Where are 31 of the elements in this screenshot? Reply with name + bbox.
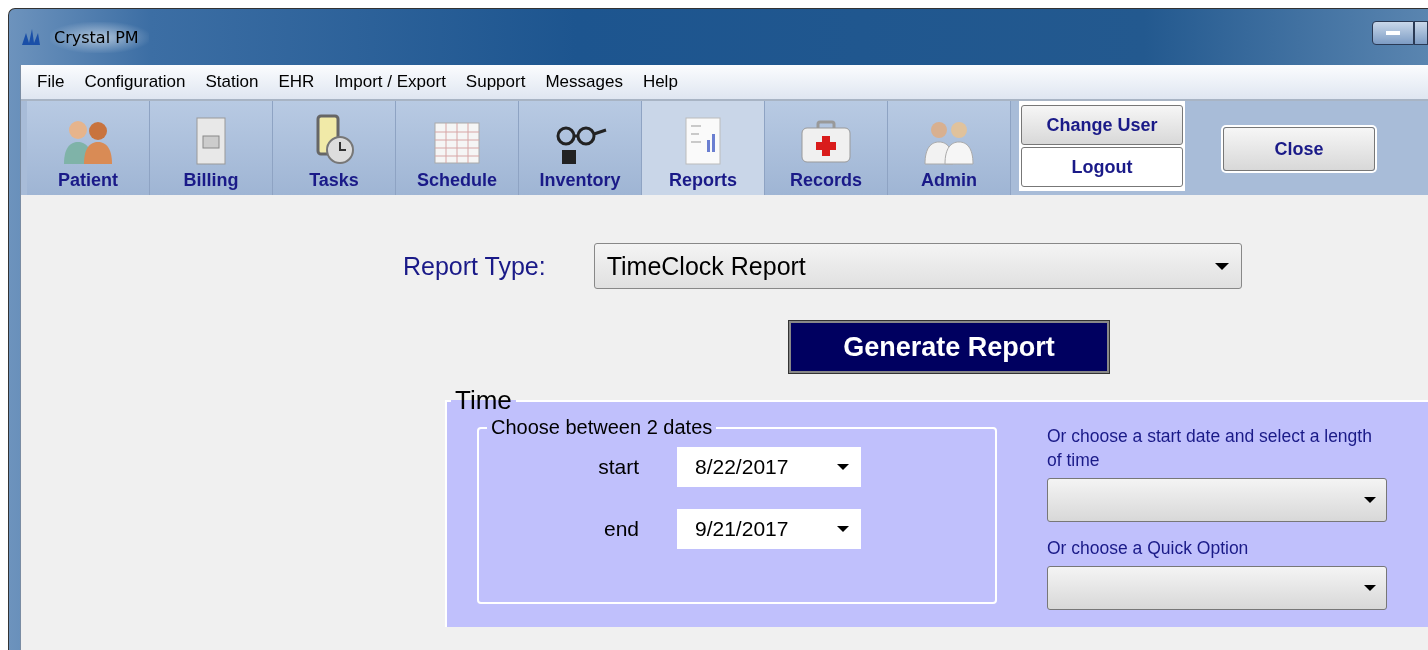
menu-item[interactable]: Import / Export <box>324 72 456 92</box>
report-type-label: Report Type: <box>403 251 546 281</box>
date-label: end <box>602 517 640 541</box>
toolbar-button[interactable]: Records <box>765 101 888 195</box>
date-picker[interactable]: 8/22/2017 <box>677 447 861 487</box>
menu-item[interactable]: File <box>27 72 75 92</box>
report-type-dropdown[interactable]: TimeClock Report <box>593 243 1242 289</box>
user-button[interactable]: Change User <box>1021 105 1183 145</box>
close-button[interactable]: Close <box>1223 127 1375 171</box>
toolbar-button[interactable]: Tasks <box>273 101 396 195</box>
time-title: Time <box>454 385 513 416</box>
user-button[interactable]: Logout <box>1021 147 1183 187</box>
menu-item[interactable]: Configuration <box>74 72 196 92</box>
window-title: Crystal PM <box>50 21 149 53</box>
menu-item[interactable]: Support <box>455 72 536 92</box>
menu-item[interactable]: Help <box>632 72 688 92</box>
toolbar-button[interactable]: Schedule <box>396 101 519 195</box>
menu-item[interactable]: EHR <box>268 72 325 92</box>
menu-item[interactable]: Messages <box>535 72 633 92</box>
date-label: start <box>597 455 640 479</box>
group-title: Choose between 2 dates <box>490 416 714 439</box>
toolbar-button[interactable]: Admin <box>888 101 1011 195</box>
quick-option-hint: Or choose a Quick Option <box>1047 537 1250 560</box>
toolbar-button[interactable]: Inventory <box>519 101 642 195</box>
toolbar-button[interactable]: Reports <box>642 101 765 195</box>
length-hint: Or choose a start date and select a length of time <box>1047 425 1373 472</box>
menu-item[interactable]: Station <box>195 72 269 92</box>
toolbar-button[interactable]: Patient <box>27 101 150 195</box>
toolbar-button[interactable]: Billing <box>150 101 273 195</box>
date-picker[interactable]: 9/21/2017 <box>677 509 861 549</box>
generate-report-button[interactable]: Generate Report <box>789 321 1109 373</box>
